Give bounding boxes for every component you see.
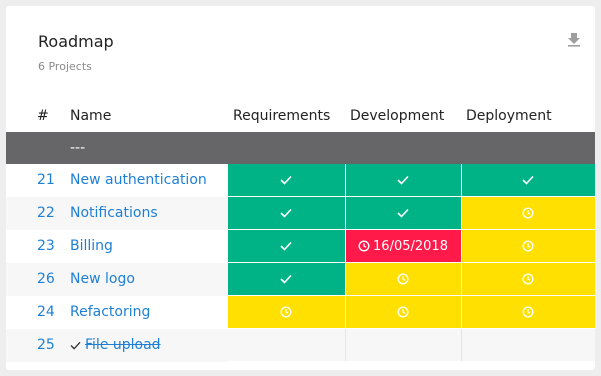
completed-check-icon: [70, 337, 81, 353]
project-number[interactable]: 21: [6, 164, 65, 197]
clock-icon: [522, 305, 534, 320]
stage-cell-deployment[interactable]: [461, 164, 595, 197]
check-icon: [280, 272, 292, 287]
header-development: Development: [350, 108, 445, 124]
clock-icon: [280, 305, 292, 320]
stage-cell-requirements[interactable]: [228, 164, 346, 197]
header-number: #: [37, 108, 49, 124]
stage-cell-development[interactable]: [345, 262, 462, 296]
check-icon: [280, 239, 292, 254]
stage-cell-development[interactable]: 16/05/2018: [345, 229, 462, 263]
project-name-link[interactable]: Notifications: [70, 205, 158, 221]
group-row: ---: [6, 132, 595, 164]
card-title: Roadmap: [38, 32, 114, 51]
download-icon[interactable]: [566, 28, 582, 47]
check-icon: [397, 173, 409, 188]
check-icon: [280, 206, 292, 221]
stage-cell-deployment[interactable]: [461, 196, 595, 230]
project-name-cell[interactable]: File upload: [65, 328, 228, 362]
project-name-link[interactable]: New authentication: [70, 172, 207, 188]
stage-cell-deployment[interactable]: [461, 229, 595, 263]
check-icon: [280, 173, 292, 188]
check-icon: [397, 206, 409, 221]
clock-icon: [358, 239, 370, 254]
stage-cell-requirements[interactable]: [228, 229, 346, 263]
table-row[interactable]: 26 New logo: [6, 262, 595, 296]
stage-cell-development[interactable]: [345, 196, 462, 230]
project-name-link[interactable]: New logo: [70, 271, 135, 287]
project-count: 6 Projects: [38, 60, 92, 73]
stage-cell-development[interactable]: [345, 295, 462, 329]
roadmap-table: # Name Requirements Development Deployme…: [6, 100, 595, 362]
stage-cell-deployment[interactable]: [461, 262, 595, 296]
project-name-cell[interactable]: Notifications: [65, 196, 228, 230]
stage-cell-development[interactable]: [345, 328, 462, 362]
clock-icon: [397, 272, 409, 287]
stage-cell-requirements[interactable]: [228, 328, 346, 362]
check-icon: [522, 173, 534, 188]
project-name-link[interactable]: File upload: [85, 337, 161, 353]
table-row[interactable]: 23 Billing 16/05/2018: [6, 229, 595, 263]
project-number[interactable]: 26: [6, 262, 65, 296]
project-name-link[interactable]: Billing: [70, 238, 113, 254]
clock-icon: [522, 206, 534, 221]
stage-cell-requirements[interactable]: [228, 295, 346, 329]
clock-icon: [522, 272, 534, 287]
project-name-cell[interactable]: Billing: [65, 230, 228, 263]
table-row[interactable]: 25 File upload: [6, 328, 595, 362]
roadmap-card: Roadmap 6 Projects # Name Requirements D…: [6, 6, 595, 370]
stage-cell-requirements[interactable]: [228, 196, 346, 230]
table-row[interactable]: 24 Refactoring: [6, 295, 595, 329]
stage-cell-deployment[interactable]: [461, 328, 595, 362]
header-requirements: Requirements: [233, 108, 331, 124]
project-name-cell[interactable]: New logo: [65, 262, 228, 296]
clock-icon: [397, 305, 409, 320]
header-deployment: Deployment: [466, 108, 552, 124]
clock-icon: [522, 239, 534, 254]
due-date: 16/05/2018: [373, 238, 448, 254]
table-row[interactable]: 21 New authentication: [6, 164, 595, 197]
stage-cell-development[interactable]: [345, 164, 462, 197]
project-number[interactable]: 23: [6, 230, 65, 263]
project-name-link[interactable]: Refactoring: [70, 304, 150, 320]
project-name-cell[interactable]: New authentication: [65, 164, 228, 197]
stage-cell-requirements[interactable]: [228, 262, 346, 296]
project-number[interactable]: 24: [6, 296, 65, 329]
header-name: Name: [70, 108, 112, 124]
table-row[interactable]: 22 Notifications: [6, 196, 595, 230]
project-name-cell[interactable]: Refactoring: [65, 296, 228, 329]
project-number[interactable]: 25: [6, 328, 65, 362]
project-number[interactable]: 22: [6, 196, 65, 230]
stage-cell-deployment[interactable]: [461, 295, 595, 329]
group-label: ---: [65, 132, 228, 164]
